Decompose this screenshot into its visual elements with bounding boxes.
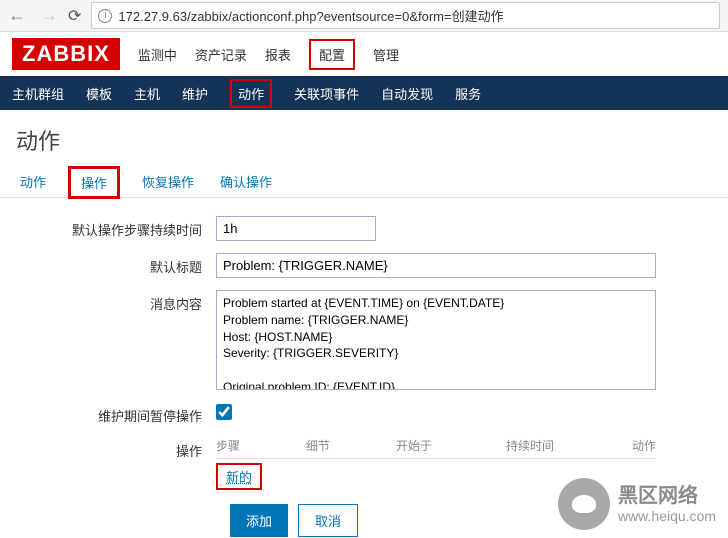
tab-operations[interactable]: 操作	[68, 166, 120, 199]
duration-input[interactable]	[216, 216, 376, 241]
tab-acknowledge[interactable]: 确认操作	[216, 166, 276, 197]
top-nav: ZABBIX 监测中 资产记录 报表 配置 管理	[0, 32, 728, 76]
tab-action[interactable]: 动作	[16, 166, 50, 197]
subnav-hostgroups[interactable]: 主机群组	[12, 84, 64, 103]
tab-row: 动作 操作 恢复操作 确认操作	[0, 166, 728, 198]
nav-configuration[interactable]: 配置	[309, 39, 355, 70]
new-operation-link[interactable]: 新的	[216, 463, 262, 490]
message-label: 消息内容	[16, 290, 216, 313]
ops-col-start: 开始于	[396, 437, 506, 454]
message-textarea[interactable]: Problem started at {EVENT.TIME} on {EVEN…	[216, 290, 656, 390]
watermark-title: 黑区网络	[618, 484, 716, 508]
ops-col-details: 细节	[306, 437, 396, 454]
duration-label: 默认操作步骤持续时间	[16, 216, 216, 239]
browser-bar: ← → ⟳ i 172.27.9.63/zabbix/actionconf.ph…	[0, 0, 728, 32]
watermark: 黑区网络 www.heiqu.com	[558, 478, 716, 530]
back-icon[interactable]: ←	[8, 5, 26, 26]
nav-administration[interactable]: 管理	[373, 45, 399, 64]
subnav-actions[interactable]: 动作	[230, 79, 272, 108]
subnav-correlation[interactable]: 关联项事件	[294, 84, 359, 103]
forward-icon[interactable]: →	[40, 5, 58, 26]
page-title: 动作	[0, 110, 728, 166]
tab-recovery[interactable]: 恢复操作	[138, 166, 198, 197]
info-icon: i	[98, 9, 112, 23]
nav-inventory[interactable]: 资产记录	[195, 45, 247, 64]
ops-col-steps: 步骤	[216, 437, 306, 454]
subnav-hosts[interactable]: 主机	[134, 84, 160, 103]
cancel-button[interactable]: 取消	[298, 504, 358, 537]
url-bar[interactable]: i 172.27.9.63/zabbix/actionconf.php?even…	[91, 2, 720, 29]
subnav-discovery[interactable]: 自动发现	[381, 84, 433, 103]
title-label: 默认标题	[16, 253, 216, 276]
pause-label: 维护期间暂停操作	[16, 402, 216, 425]
ops-col-action: 动作	[606, 437, 656, 454]
pause-checkbox[interactable]	[216, 404, 232, 420]
ops-label: 操作	[16, 437, 216, 460]
watermark-logo-icon	[558, 478, 610, 530]
subnav-services[interactable]: 服务	[455, 84, 481, 103]
logo[interactable]: ZABBIX	[12, 38, 120, 70]
url-text: 172.27.9.63/zabbix/actionconf.php?events…	[118, 6, 503, 25]
nav-monitoring[interactable]: 监测中	[138, 45, 177, 64]
title-input[interactable]	[216, 253, 656, 278]
nav-reports[interactable]: 报表	[265, 45, 291, 64]
sub-nav: 主机群组 模板 主机 维护 动作 关联项事件 自动发现 服务	[0, 76, 728, 110]
subnav-maintenance[interactable]: 维护	[182, 84, 208, 103]
ops-col-duration: 持续时间	[506, 437, 606, 454]
watermark-url: www.heiqu.com	[618, 508, 716, 525]
subnav-templates[interactable]: 模板	[86, 84, 112, 103]
reload-icon[interactable]: ⟳	[68, 6, 81, 26]
add-button[interactable]: 添加	[230, 504, 288, 537]
